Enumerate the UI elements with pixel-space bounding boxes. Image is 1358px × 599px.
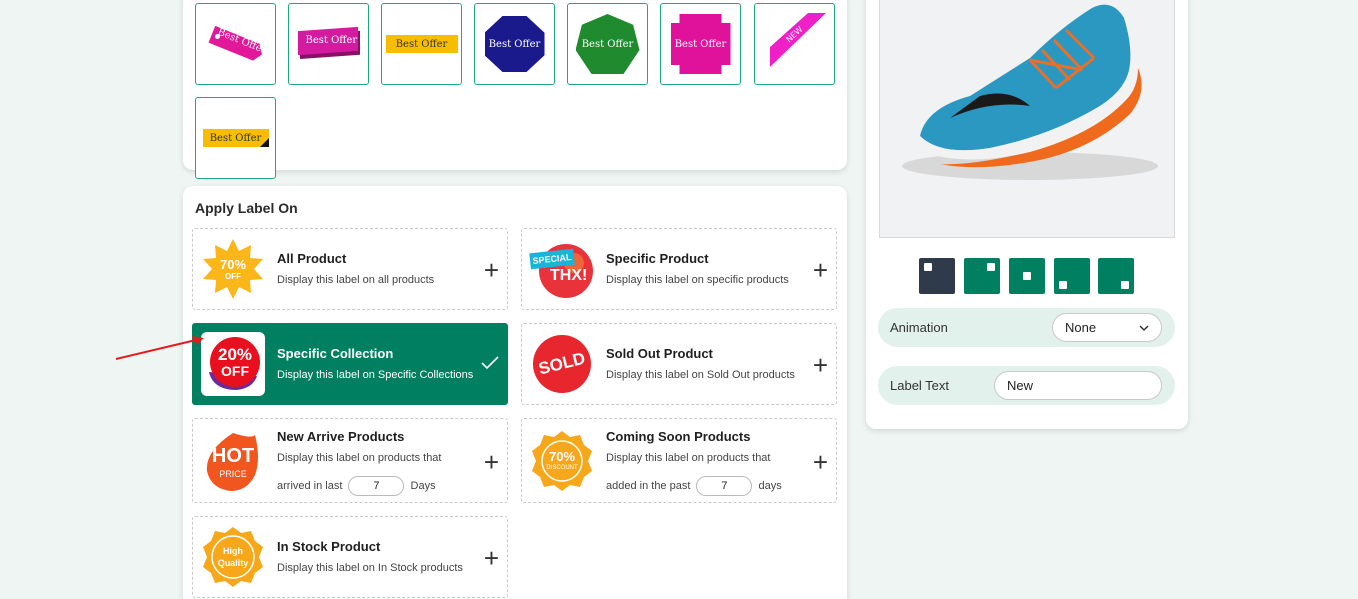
position-top-left-button[interactable]	[919, 258, 955, 294]
option-description: Display this label on products that	[277, 452, 442, 464]
option-title: New Arrive Products	[277, 429, 405, 444]
apply-label-card: Apply Label On 70% OFF All Product Displ…	[183, 186, 847, 599]
label-thumb-text: Best Offer	[674, 38, 727, 50]
option-description: Display this label on specific products	[606, 274, 789, 286]
label-thumb-text: Best Offer	[395, 38, 448, 50]
badge-high-quality: High Quality	[201, 525, 265, 589]
product-preview-image	[879, 0, 1175, 238]
animation-row: Animation None	[878, 308, 1175, 347]
badge-sold: SOLD	[530, 332, 594, 396]
corner-ribbon-shape	[769, 13, 826, 67]
option-specific-collection[interactable]: 20% OFF Specific Collection Display this…	[192, 323, 508, 405]
label-thumb-octagon-navy[interactable]: Best Offer	[474, 3, 555, 85]
label-thumb-corner-ribbon[interactable]: NEW	[754, 3, 835, 85]
label-text-label: Label Text	[890, 378, 950, 393]
option-title: Sold Out Product	[606, 346, 713, 361]
label-text-row: Label Text New	[878, 366, 1175, 405]
label-thumb-text: Best Offer	[209, 132, 262, 144]
option-description: Display this label on Specific Collectio…	[277, 369, 474, 381]
option-description: Display this label on all products	[277, 274, 435, 286]
label-thumb-banner-yellow[interactable]: Best Offer	[381, 3, 462, 85]
animation-select[interactable]: None	[1052, 313, 1162, 342]
banner-yellow-shape: Best Offer	[385, 35, 458, 53]
option-title: All Product	[277, 251, 347, 266]
position-top-right-button[interactable]	[964, 258, 1000, 294]
position-bottom-left-button[interactable]	[1054, 258, 1090, 294]
option-description-days: added in the past 7 days	[606, 476, 782, 496]
option-title: Specific Product	[606, 251, 709, 266]
annotation-arrow	[115, 336, 204, 360]
badge-hot-price: HOT PRICE	[201, 429, 265, 493]
section-title: Apply Label On	[195, 200, 298, 216]
badge-special-thx: SPECIAL THX!	[529, 237, 594, 301]
label-thumb-stamp-magenta[interactable]: Best Offer	[660, 3, 741, 85]
badge-70-discount: 70% DISCOUNT	[530, 429, 594, 493]
days-input[interactable]: 7	[348, 476, 405, 496]
label-thumb-banner-yellow-corner[interactable]: Best Offer	[195, 97, 276, 179]
preview-card: Animation None Label Text New	[866, 0, 1188, 429]
option-title: In Stock Product	[277, 539, 381, 554]
option-description-days: arrived in last 7 Days	[277, 476, 436, 496]
heptagon-green-shape: Best Offer	[575, 14, 640, 74]
label-text-input[interactable]: New	[994, 371, 1162, 400]
option-title: Coming Soon Products	[606, 429, 751, 444]
option-all-product[interactable]: 70% OFF All Product Display this label o…	[192, 228, 508, 310]
ribbon-magenta-shape: Best Offer	[297, 26, 360, 59]
option-coming-soon-products[interactable]: 70% DISCOUNT Coming Soon Products Displa…	[521, 418, 837, 503]
animation-label: Animation	[890, 320, 948, 335]
add-icon[interactable]: +	[484, 545, 499, 571]
shoe-image	[902, 4, 1158, 180]
octagon-navy-shape: Best Offer	[484, 16, 545, 72]
chevron-down-icon	[1139, 325, 1149, 332]
banner-yellow-corner-shape: Best Offer	[202, 129, 269, 147]
option-sold-out-product[interactable]: SOLD Sold Out Product Display this label…	[521, 323, 837, 405]
add-icon[interactable]: +	[813, 352, 828, 378]
option-title: Specific Collection	[277, 346, 394, 361]
checkmark-icon	[481, 356, 499, 375]
badge-20-off: 20% OFF	[201, 332, 265, 396]
days-input[interactable]: 7	[696, 476, 753, 496]
position-center-button[interactable]	[1009, 258, 1045, 294]
label-thumb-text: Best Offer	[488, 38, 541, 50]
option-description: Display this label on products that	[606, 452, 771, 464]
add-icon[interactable]: +	[484, 257, 499, 283]
add-icon[interactable]: +	[484, 449, 499, 475]
label-gallery-card: Best Offer Best Offer Best Offer Best Of…	[183, 0, 847, 179]
option-specific-product[interactable]: SPECIAL THX! Specific Product Display th…	[521, 228, 837, 310]
option-new-arrive-products[interactable]: HOT PRICE New Arrive Products Display th…	[192, 418, 508, 503]
add-icon[interactable]: +	[813, 257, 828, 283]
badge-70-off: 70% OFF	[201, 237, 265, 301]
option-in-stock-product[interactable]: High Quality In Stock Product Display th…	[192, 516, 508, 598]
add-icon[interactable]: +	[813, 449, 828, 475]
label-thumb-text: Best Offer	[305, 35, 358, 46]
label-thumb-heptagon-green[interactable]: Best Offer	[567, 3, 648, 85]
stamp-magenta-shape: Best Offer	[670, 14, 731, 74]
label-thumb-ribbon-magenta[interactable]: Best Offer	[288, 3, 369, 85]
option-description: Display this label on Sold Out products	[606, 369, 795, 381]
label-thumb-tag-pink[interactable]: Best Offer	[195, 3, 276, 85]
option-description: Display this label on In Stock products	[277, 562, 463, 574]
position-bottom-right-button[interactable]	[1098, 258, 1134, 294]
label-thumb-text: Best Offer	[581, 38, 634, 50]
